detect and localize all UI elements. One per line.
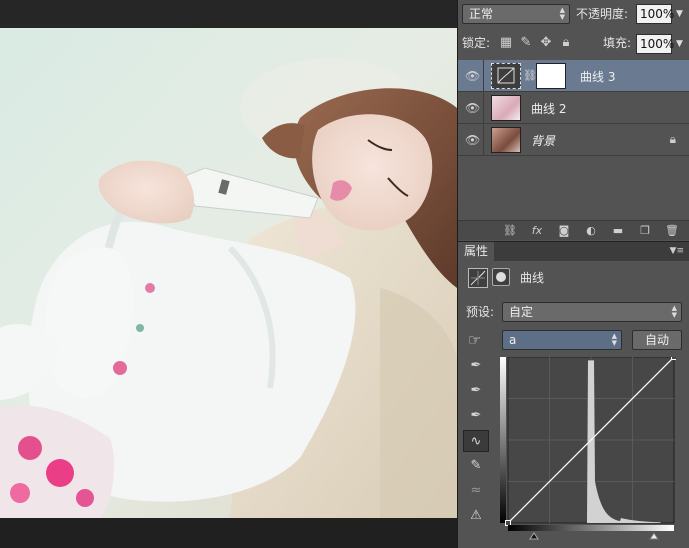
visibility-eye-icon[interactable]: 👁︎: [465, 69, 480, 83]
curves-graph[interactable]: [500, 354, 677, 543]
layer-divider: [483, 92, 484, 123]
preset-dropdown[interactable]: 自定 ▲ ▼: [502, 302, 682, 322]
output-gradient-bar: [500, 357, 506, 523]
blend-mode-value: 正常: [469, 7, 494, 21]
properties-tab[interactable]: 属性: [458, 242, 495, 262]
adjustment-name: 曲线: [520, 271, 545, 285]
lock-label: 锁定:: [462, 36, 491, 50]
fill-input[interactable]: 100%: [636, 34, 674, 54]
layers-list: 👁︎ ⛓ 曲线 3 👁︎ 曲线 2 👁︎ 背景 🔒︎: [458, 60, 689, 220]
layer-name: 曲线 3: [580, 70, 616, 84]
channel-value: a: [509, 333, 517, 347]
layer-row-background[interactable]: 👁︎ 背景 🔒︎: [458, 124, 689, 156]
opacity-label: 不透明度:: [576, 7, 629, 21]
add-mask-icon[interactable]: ◙: [554, 223, 574, 239]
curve-control-point[interactable]: [505, 520, 511, 526]
blend-mode-dropdown[interactable]: 正常 ▲ ▼: [462, 4, 570, 24]
layer-name: 背景: [531, 134, 556, 148]
canvas-top-strip: [0, 0, 457, 28]
fill-label: 填充:: [603, 36, 632, 50]
preset-label: 预设:: [466, 305, 495, 319]
smooth-curve-icon[interactable]: ≈: [463, 480, 489, 502]
opacity-input[interactable]: 100%: [636, 4, 674, 24]
layer-style-fx-icon[interactable]: fx: [527, 223, 547, 239]
photoshop-window: 正常 ▲ ▼ 不透明度: 100% ▼ 锁定: ▦ ✎ ✥ 🔒︎ 填充: 100%…: [0, 0, 689, 548]
layers-panel-footer: ⛓ fx ◙ ◐ ▬ ❐ 🗑︎: [458, 220, 689, 240]
auto-button[interactable]: 自动: [632, 330, 682, 350]
dropdown-arrows-icon: ▲ ▼: [671, 304, 677, 319]
lock-all-icon[interactable]: 🔒︎: [558, 35, 574, 51]
input-gradient-bar: [508, 525, 674, 531]
white-point-slider[interactable]: [649, 532, 659, 540]
canvas-bottom-strip: [0, 518, 457, 548]
opacity-slider-icon[interactable]: ▼: [676, 9, 683, 19]
dropdown-arrows-icon: ▲ ▼: [611, 332, 617, 347]
link-layers-icon[interactable]: ⛓: [500, 223, 520, 239]
preset-value: 自定: [509, 305, 534, 319]
layer-mask-thumbnail[interactable]: [536, 63, 566, 89]
visibility-eye-icon[interactable]: 👁︎: [465, 101, 480, 115]
lock-position-icon[interactable]: ✥: [538, 35, 554, 51]
layer-mask-icon[interactable]: [492, 268, 510, 286]
lock-transparent-pixels-icon[interactable]: ▦: [498, 35, 514, 51]
document-image[interactable]: [0, 28, 457, 518]
visibility-eye-icon[interactable]: 👁︎: [465, 133, 480, 147]
curves-adjustment-icon: [468, 268, 488, 288]
clipping-warning-icon[interactable]: ⚠: [463, 505, 489, 527]
black-point-slider[interactable]: [529, 532, 539, 540]
layer-row-curves-2[interactable]: 👁︎ 曲线 2: [458, 92, 689, 124]
edit-points-curve-icon[interactable]: ∿: [463, 430, 489, 452]
layer-thumbnail: [491, 127, 521, 153]
layer-lock-icon: 🔒︎: [669, 132, 676, 146]
mask-link-icon[interactable]: ⛓: [523, 69, 537, 82]
channel-dropdown[interactable]: a ▲ ▼: [502, 330, 622, 350]
dropdown-arrows-icon: ▲ ▼: [559, 6, 565, 21]
black-point-eyedropper-icon[interactable]: ✒: [463, 355, 489, 377]
layers-properties-panel: 正常 ▲ ▼ 不透明度: 100% ▼ 锁定: ▦ ✎ ✥ 🔒︎ 填充: 100%…: [457, 0, 689, 548]
curves-adjustment-icon: [491, 63, 521, 89]
layer-divider: [483, 60, 484, 91]
fill-slider-icon[interactable]: ▼: [676, 39, 683, 49]
panel-menu-icon[interactable]: ▼≡: [670, 246, 684, 256]
pencil-draw-icon[interactable]: ✎: [463, 455, 489, 477]
gray-point-eyedropper-icon[interactable]: ✒: [463, 380, 489, 402]
layer-name: 曲线 2: [531, 102, 567, 116]
on-image-adjust-hand-icon[interactable]: ☞: [468, 331, 481, 349]
white-point-eyedropper-icon[interactable]: ✒: [463, 405, 489, 427]
new-layer-icon[interactable]: ❐: [635, 223, 655, 239]
layer-divider: [483, 124, 484, 155]
layer-thumbnail: [491, 95, 521, 121]
new-group-folder-icon[interactable]: ▬: [608, 223, 628, 239]
document-canvas-area: [0, 0, 457, 548]
curve-control-point[interactable]: [671, 354, 677, 360]
delete-layer-trash-icon[interactable]: 🗑︎: [662, 223, 682, 239]
lock-image-pixels-icon[interactable]: ✎: [518, 35, 534, 51]
layer-row-curves-3[interactable]: 👁︎ ⛓ 曲线 3: [458, 60, 689, 92]
properties-tab-bar: 属性 ▼≡: [458, 241, 689, 262]
new-adjustment-layer-icon[interactable]: ◐: [581, 223, 601, 239]
